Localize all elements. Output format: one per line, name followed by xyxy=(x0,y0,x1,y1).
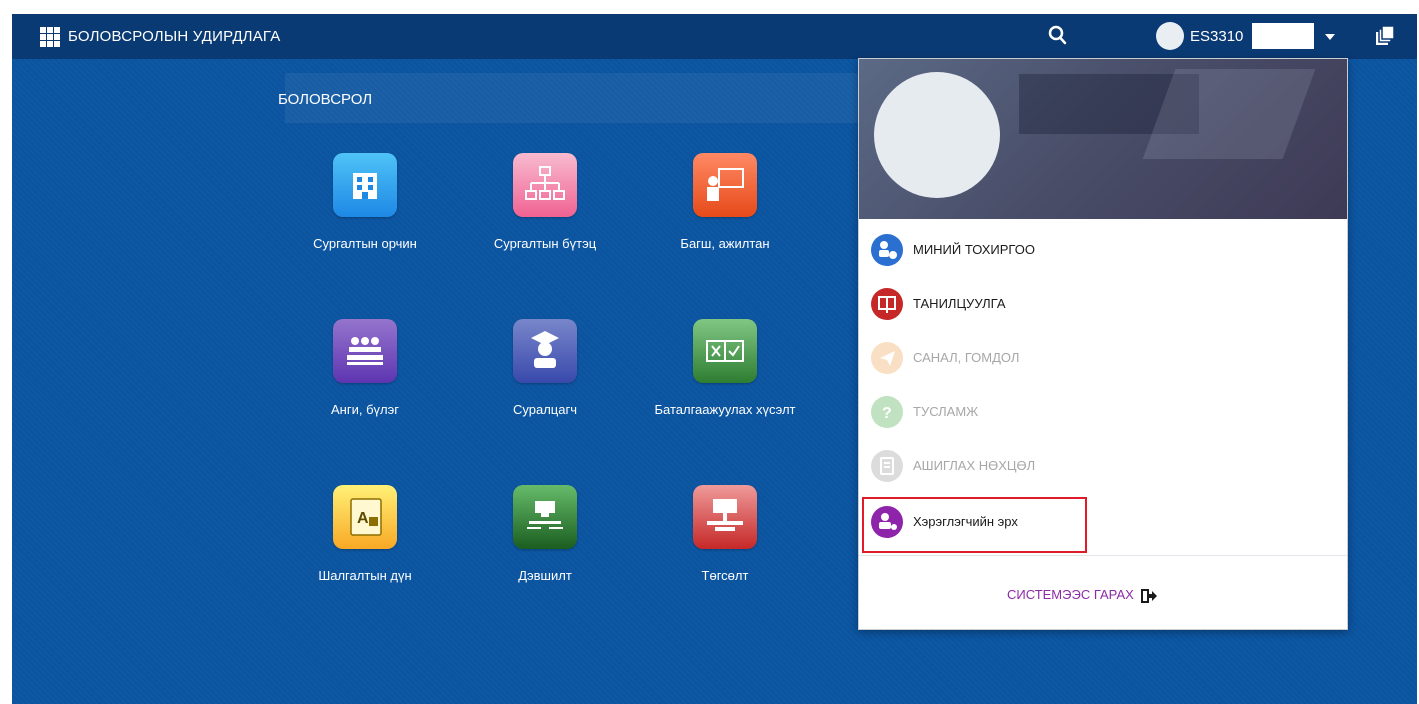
menu-item-help[interactable]: ? ТУСЛАМЖ xyxy=(871,389,1331,435)
user-name-redaction xyxy=(1252,23,1314,49)
menu-item-my-settings[interactable]: МИНИЙ ТОХИРГОО xyxy=(871,227,1331,273)
tile-promotion[interactable]: Дэвшилт xyxy=(470,485,620,585)
grade-book-icon: A xyxy=(333,485,397,549)
sign-out-icon xyxy=(1141,588,1158,603)
profile-cover xyxy=(859,59,1347,219)
menu-item-label: МИНИЙ ТОХИРГОО xyxy=(913,242,1035,257)
tile-approval-request[interactable]: Баталгаажуулах хүсэлт xyxy=(650,319,800,419)
menu-item-label: ТУСЛАМЖ xyxy=(913,404,979,419)
menu-item-terms[interactable]: АШИГЛАХ НӨХЦӨЛ xyxy=(871,443,1331,489)
svg-text:?: ? xyxy=(882,405,892,422)
help-icon: ? xyxy=(871,396,903,428)
chevron-down-icon[interactable] xyxy=(1325,34,1335,40)
tile-label: Анги, бүлэг xyxy=(331,402,399,417)
apps-grid-icon[interactable] xyxy=(40,27,60,47)
layers-icon[interactable] xyxy=(1373,24,1397,48)
logout-button[interactable]: СИСТЕМЭЭС ГАРАХ xyxy=(1007,587,1158,603)
top-navbar: БОЛОВСРОЛЫН УДИРДЛАГА ES3310 xyxy=(12,14,1417,59)
app-title[interactable]: БОЛОВСРОЛЫН УДИРДЛАГА xyxy=(68,28,280,45)
user-avatar-icon[interactable] xyxy=(1156,22,1184,50)
tile-label: Суралцагч xyxy=(513,402,577,417)
user-dropdown-menu: МИНИЙ ТОХИРГОО ТАНИЛЦУУЛГА САНАЛ, ГОМДОЛ… xyxy=(858,58,1348,630)
selection-highlight-box xyxy=(862,497,1087,553)
tile-student[interactable]: Суралцагч xyxy=(470,319,620,419)
tile-learning-structure[interactable]: Сургалтын бүтэц xyxy=(470,153,620,253)
menu-divider xyxy=(859,555,1347,556)
terms-icon xyxy=(871,450,903,482)
tile-class-group[interactable]: Анги, бүлэг xyxy=(290,319,440,419)
tile-label: Дэвшилт xyxy=(518,568,572,583)
tile-label: Багш, ажилтан xyxy=(680,236,770,251)
menu-item-label: АШИГЛАХ НӨХЦӨЛ xyxy=(913,458,1036,473)
tile-label: Шалгалтын дүн xyxy=(318,568,412,583)
org-chart-icon xyxy=(513,153,577,217)
tile-label: Баталгаажуулах хүсэлт xyxy=(654,402,796,417)
menu-item-label: ТАНИЛЦУУЛГА xyxy=(913,296,1006,311)
tile-exam-results[interactable]: A Шалгалтын дүн xyxy=(290,485,440,585)
tile-label: Төгсөлт xyxy=(701,568,749,583)
teacher-board-icon xyxy=(693,153,757,217)
classroom-icon xyxy=(333,319,397,383)
graduation-ceremony-icon xyxy=(693,485,757,549)
tile-label: Сургалтын орчин xyxy=(313,236,417,251)
send-icon xyxy=(871,342,903,374)
section-header-band xyxy=(285,73,870,123)
menu-item-label: САНАЛ, ГОМДОЛ xyxy=(913,350,1020,365)
profile-avatar[interactable] xyxy=(874,72,1000,198)
school-building-icon xyxy=(333,153,397,217)
user-name[interactable]: ES3310 xyxy=(1190,28,1243,45)
menu-item-feedback[interactable]: САНАЛ, ГОМДОЛ xyxy=(871,335,1331,381)
svg-text:A: A xyxy=(357,510,369,527)
presentation-icon xyxy=(871,288,903,320)
approve-check-icon xyxy=(693,319,757,383)
menu-item-introduction[interactable]: ТАНИЛЦУУЛГА xyxy=(871,281,1331,327)
tile-learning-environment[interactable]: Сургалтын орчин xyxy=(290,153,440,253)
tile-teacher-staff[interactable]: Багш, ажилтан xyxy=(650,153,800,253)
tile-graduation[interactable]: Төгсөлт xyxy=(650,485,800,585)
user-settings-icon xyxy=(871,234,903,266)
logout-label: СИСТЕМЭЭС ГАРАХ xyxy=(1007,587,1134,602)
tile-label: Сургалтын бүтэц xyxy=(493,236,597,251)
promotion-icon xyxy=(513,485,577,549)
search-icon[interactable] xyxy=(1044,22,1072,50)
graduate-icon xyxy=(513,319,577,383)
section-title: БОЛОВСРОЛ xyxy=(278,91,373,108)
